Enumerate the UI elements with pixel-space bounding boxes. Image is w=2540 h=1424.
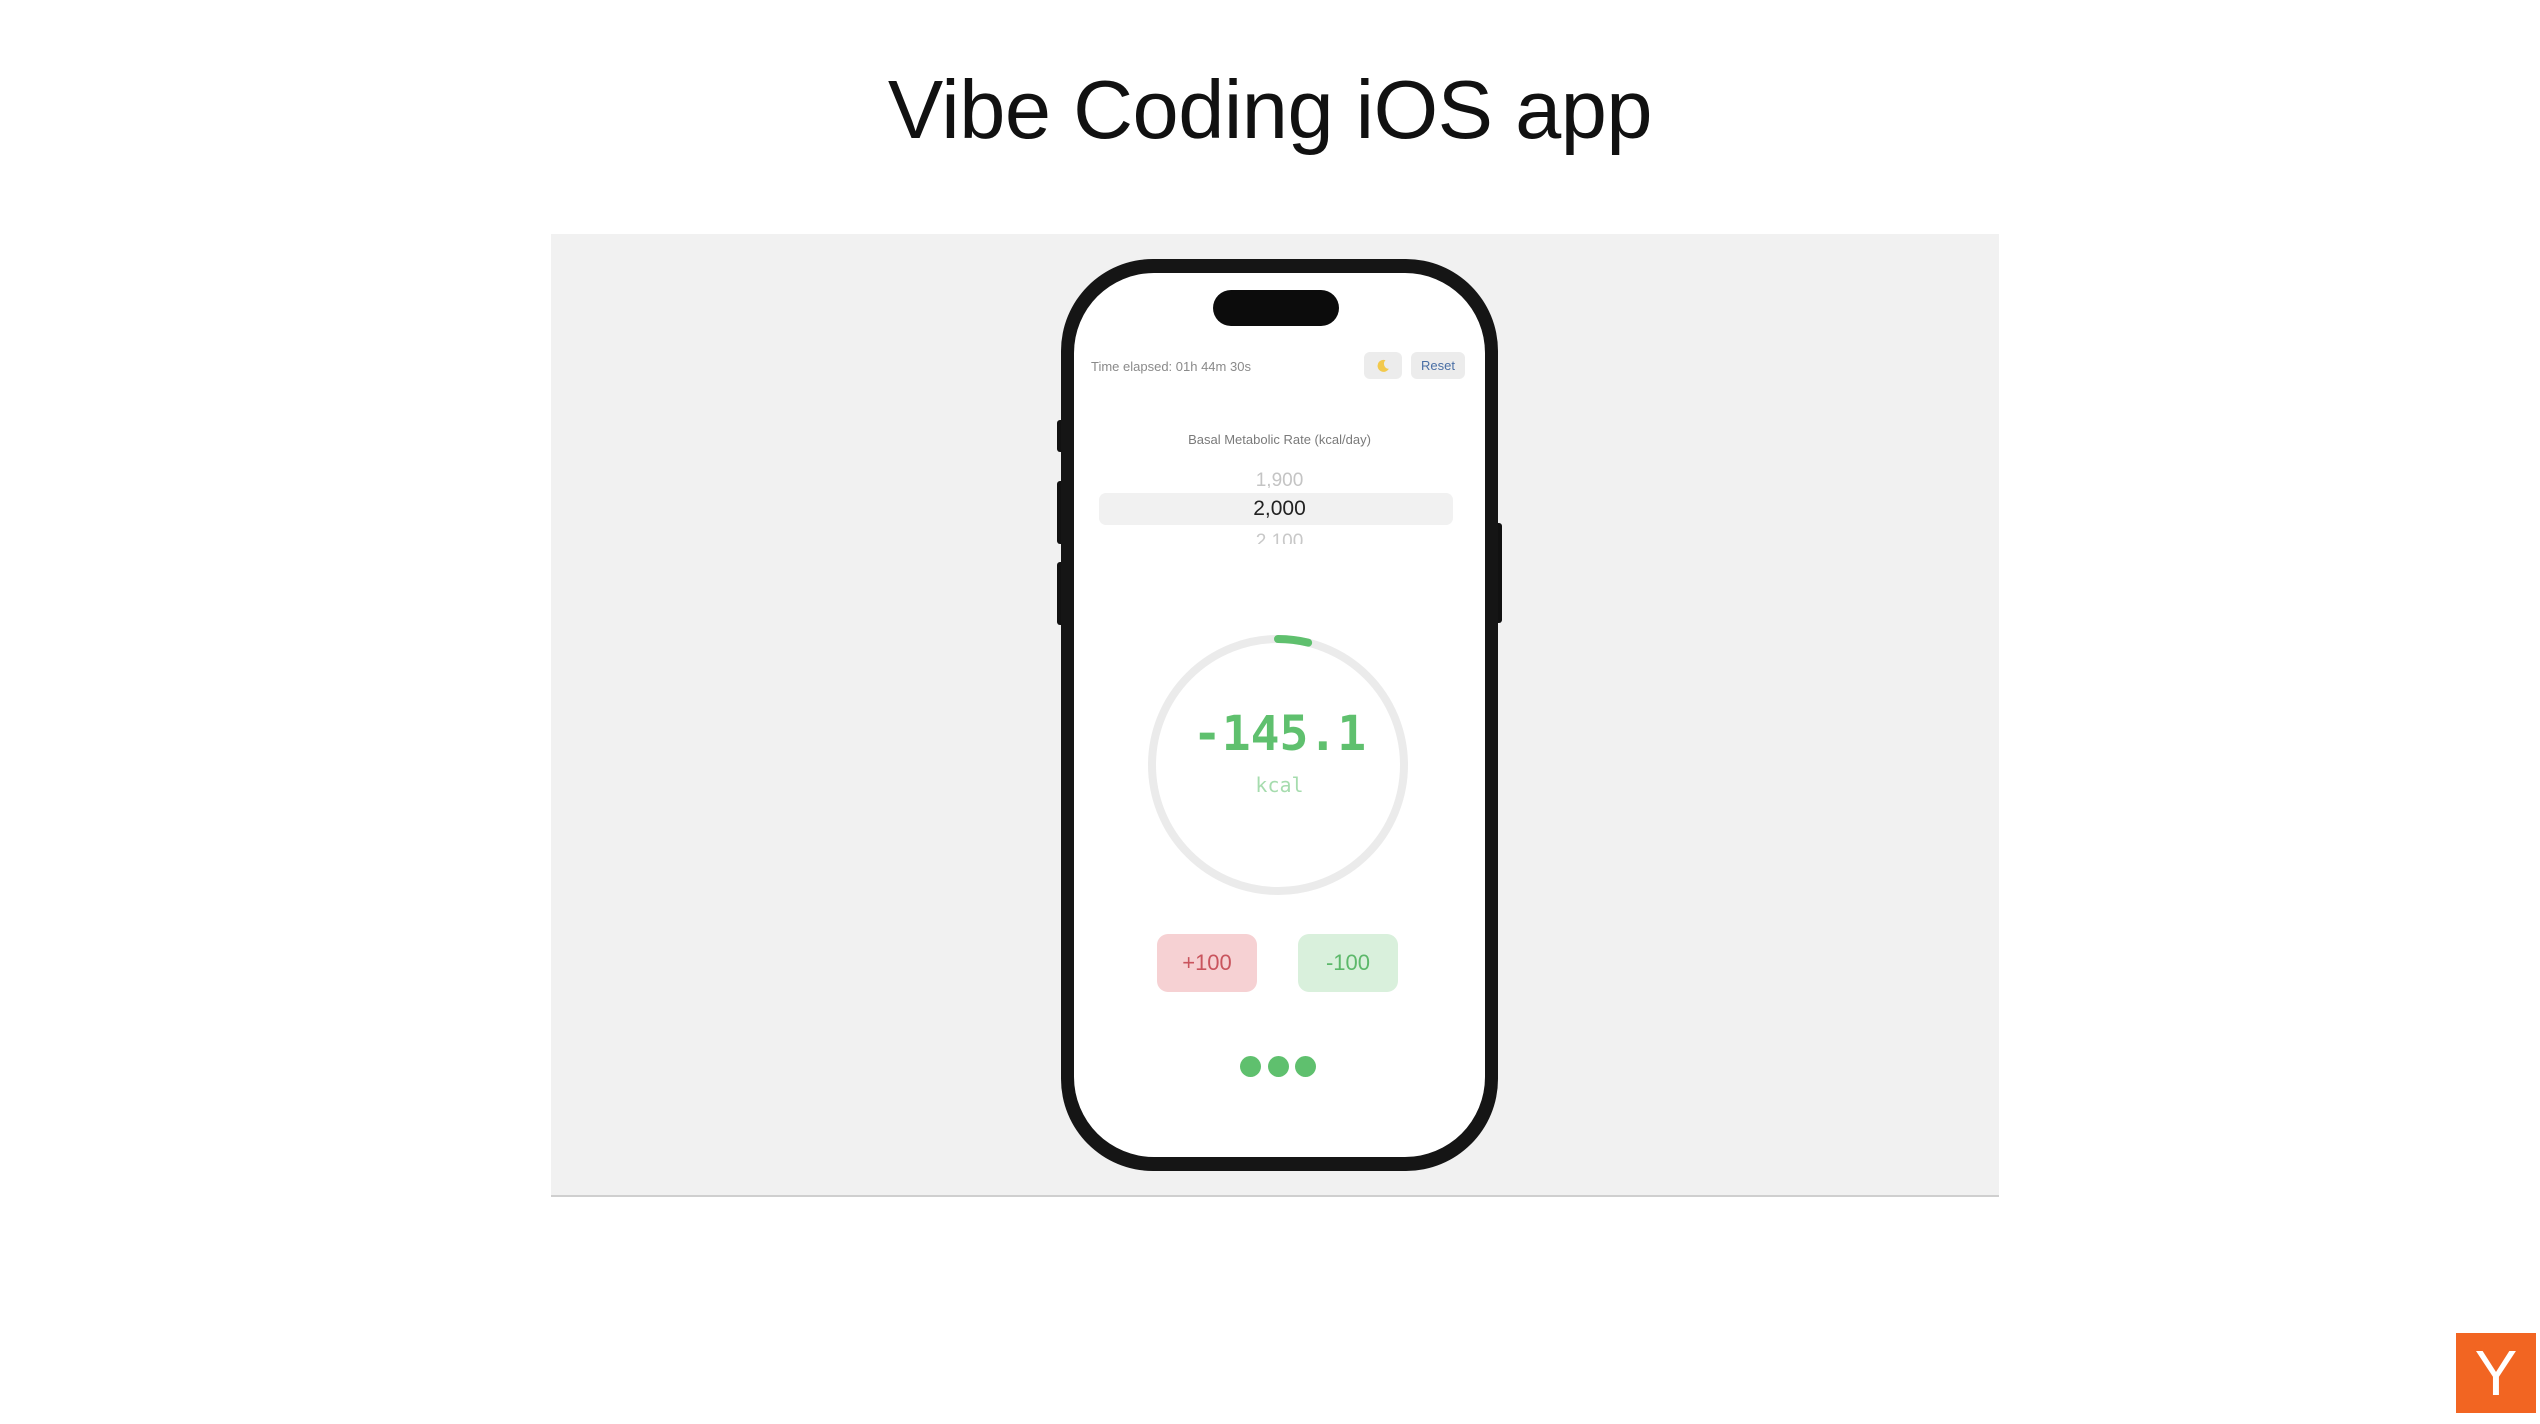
time-elapsed-label: Time elapsed: 01h 44m 30s: [1091, 359, 1251, 374]
page-dot[interactable]: [1240, 1056, 1261, 1077]
picker-option-next[interactable]: 2,100: [1074, 531, 1485, 544]
calorie-balance-value: -145.1: [1192, 706, 1367, 762]
picker-option-selected[interactable]: 2,000: [1074, 497, 1485, 521]
page-dot[interactable]: [1267, 1056, 1289, 1077]
reset-button[interactable]: Reset: [1411, 352, 1465, 379]
phone-frame: Time elapsed: 01h 44m 30s Reset Basal Me…: [1061, 259, 1498, 1171]
bmr-label: Basal Metabolic Rate (kcal/day): [1188, 432, 1371, 447]
subtract-100-button[interactable]: -100: [1298, 934, 1398, 992]
page-indicator[interactable]: [1240, 1056, 1316, 1078]
calorie-gauge: [1148, 635, 1408, 895]
moon-icon: [1377, 359, 1389, 372]
slide-title: Vibe Coding iOS app: [887, 63, 1653, 156]
page-dot[interactable]: [1295, 1056, 1316, 1077]
calorie-unit-label: kcal: [1255, 773, 1304, 797]
add-100-button[interactable]: +100: [1157, 934, 1257, 992]
phone-screen: Time elapsed: 01h 44m 30s Reset Basal Me…: [1074, 273, 1485, 1157]
gauge-track: [1148, 635, 1408, 895]
y-combinator-logo: Y: [2456, 1333, 2536, 1413]
dark-mode-toggle-button[interactable]: [1364, 352, 1402, 379]
picker-option-previous[interactable]: 1,900: [1074, 470, 1485, 488]
dynamic-island: [1213, 290, 1339, 326]
